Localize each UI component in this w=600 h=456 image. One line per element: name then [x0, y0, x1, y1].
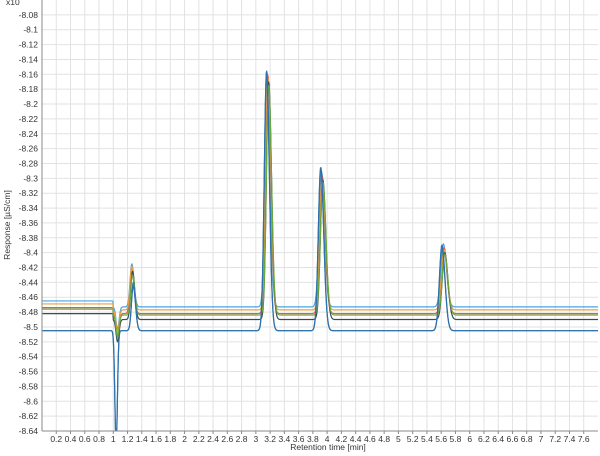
- x-tick-label: 5.4: [421, 434, 433, 444]
- x-tick-label: 3: [253, 434, 258, 444]
- y-tick-labels: -8.08 -8.1 -8.12 -8.14 -8.16 -8.18 -8.2 -8.22 -8…: [19, 10, 39, 436]
- y-tick-label: -8.62: [19, 411, 39, 421]
- y-tick-label: -8.52: [19, 337, 39, 347]
- x-tick-label: 1.4: [136, 434, 148, 444]
- y-tick-label: -8.14: [19, 54, 39, 64]
- x-tick-label: 7: [539, 434, 544, 444]
- x-tick-label: 2.4: [207, 434, 219, 444]
- x-tick-label: 1.8: [164, 434, 176, 444]
- x-tick-label: 2.2: [193, 434, 205, 444]
- y-tick-label: -8.3: [23, 173, 38, 183]
- x-tick-label: 4.8: [378, 434, 390, 444]
- x-tick-label: 0.8: [93, 434, 105, 444]
- y-tick-label: -8.48: [19, 307, 39, 317]
- x-tick-label: 1.6: [150, 434, 162, 444]
- chart-background: [0, 0, 600, 456]
- x-tick-label: 6.4: [492, 434, 504, 444]
- y-tick-label: -8.5: [23, 322, 38, 332]
- y-tick-label: -8.08: [19, 10, 39, 20]
- x-tick-label: 7.6: [578, 434, 590, 444]
- x-tick-label: 6.6: [507, 434, 519, 444]
- y-axis-title: Response [µS/cm]: [2, 190, 12, 260]
- y-tick-label: -8.34: [19, 203, 39, 213]
- y-tick-label: -8.38: [19, 233, 39, 243]
- y-tick-label: -8.18: [19, 84, 39, 94]
- y-tick-label: -8.16: [19, 69, 39, 79]
- y-tick-label: -8.42: [19, 263, 39, 273]
- x-tick-label: 6: [467, 434, 472, 444]
- x-tick-label: 2.6: [221, 434, 233, 444]
- x-tick-label: 6.8: [521, 434, 533, 444]
- y-tick-label: -8.44: [19, 277, 39, 287]
- x-tick-label: 5.6: [435, 434, 447, 444]
- y-tick-label: -8.64: [19, 426, 39, 436]
- y-tick-label: -8.32: [19, 188, 39, 198]
- y-tick-label: -8.46: [19, 292, 39, 302]
- y-tick-label: -8.36: [19, 218, 39, 228]
- x-tick-label: 0.6: [79, 434, 91, 444]
- x-tick-label: 5.2: [407, 434, 419, 444]
- x-tick-label: 3.2: [264, 434, 276, 444]
- chromatogram-chart: -8.08 -8.1 -8.12 -8.14 -8.16 -8.18 -8.2 -8.22 -8…: [0, 0, 600, 456]
- x-axis-title: Retention time [min]: [290, 442, 366, 452]
- y-tick-label: -8.1: [23, 25, 38, 35]
- y-tick-label: -8.54: [19, 352, 39, 362]
- y-tick-label: -8.22: [19, 114, 39, 124]
- x-tick-label: 5: [396, 434, 401, 444]
- x-tick-label: 7.2: [549, 434, 561, 444]
- x-tick-label: 6.2: [478, 434, 490, 444]
- x-tick-label: 0.2: [50, 434, 62, 444]
- x-tick-label: 3.4: [278, 434, 290, 444]
- y-tick-label: -8.24: [19, 129, 39, 139]
- x-tick-label: 1: [111, 434, 116, 444]
- x-tick-label: 5.8: [450, 434, 462, 444]
- x-tick-label: 7.4: [564, 434, 576, 444]
- y-tick-label: -8.26: [19, 144, 39, 154]
- x-tick-label: 2: [182, 434, 187, 444]
- y-tick-label: -8.6: [23, 396, 38, 406]
- y-tick-label: -8.4: [23, 248, 38, 258]
- x-tick-label: 1.2: [122, 434, 134, 444]
- y-tick-label: -8.58: [19, 381, 39, 391]
- y-tick-label: -8.12: [19, 40, 39, 50]
- y-scale-marker: x10: [6, 0, 20, 7]
- y-tick-label: -8.28: [19, 158, 39, 168]
- y-tick-label: -8.2: [23, 99, 38, 109]
- x-tick-label: 2.8: [236, 434, 248, 444]
- y-tick-label: -8.56: [19, 367, 39, 377]
- x-tick-label: 0.4: [65, 434, 77, 444]
